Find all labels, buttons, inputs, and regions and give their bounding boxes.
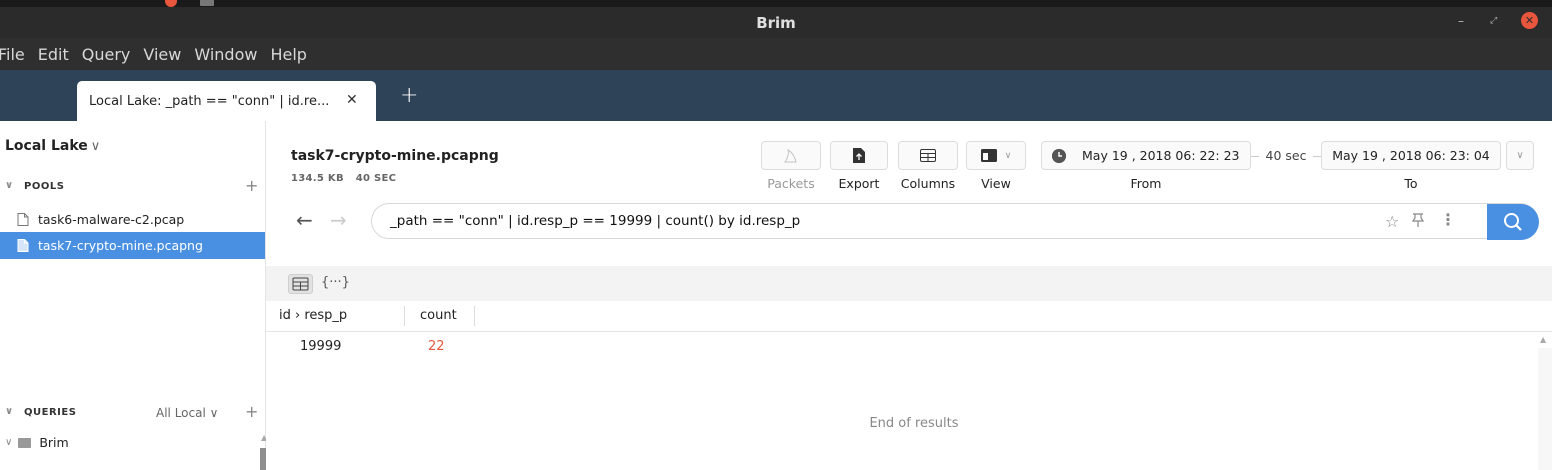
chevron-down-icon: ∨ — [1004, 150, 1012, 161]
scroll-up-arrow-icon[interactable]: ▲ — [1540, 335, 1546, 344]
results-view-toggle: {···} — [266, 266, 1552, 301]
folder-icon — [18, 437, 32, 448]
maximize-button[interactable]: ⤢ — [1490, 14, 1497, 28]
menu-bar: File Edit Query View Window Help — [0, 38, 1552, 70]
more-options-icon[interactable]: ⋮ — [1440, 210, 1456, 229]
menu-file[interactable]: File — [0, 45, 25, 64]
queries-header-label: QUERIES — [24, 407, 77, 418]
pool-duration: 40 SEC — [355, 173, 397, 184]
pools-section-header[interactable]: ∨ POOLS + — [0, 176, 266, 198]
duration-label: 40 sec — [1251, 148, 1321, 163]
time-from-value: May 19 , 2018 06: 22: 23 — [1082, 148, 1240, 163]
window-title: Brim — [756, 14, 796, 32]
export-file-icon — [853, 148, 865, 163]
title-bar: Brim – ⤢ ✕ — [0, 0, 1552, 38]
back-arrow-icon[interactable]: ← — [296, 208, 313, 232]
time-range-dropdown[interactable]: ∨ — [1506, 141, 1534, 170]
pool-meta: 134.5 KB 40 SEC — [291, 173, 404, 184]
pool-item-label: task7-crypto-mine.pcapng — [38, 238, 203, 253]
new-tab-button[interactable]: + — [400, 83, 418, 108]
search-button[interactable] — [1487, 204, 1539, 240]
results-table-header: id › resp_p count — [266, 301, 1552, 332]
panel-window-icon — [200, 0, 214, 6]
pool-title: task7-crypto-mine.pcapng — [291, 148, 499, 164]
tab-label: Local Lake: _path == "conn" | id.re... — [89, 93, 330, 109]
pool-item[interactable]: task6-malware-c2.pcap — [0, 206, 265, 233]
chevron-down-icon: ∨ — [90, 139, 101, 154]
file-icon — [17, 239, 29, 252]
columns-grid-icon — [920, 149, 936, 162]
view-button[interactable]: ∨ — [966, 141, 1026, 170]
pool-size: 134.5 KB — [291, 173, 344, 184]
to-label: To — [1404, 176, 1418, 191]
packets-label: Packets — [767, 176, 815, 191]
lake-selector[interactable]: Local Lake ∨ — [5, 138, 100, 154]
tab-bar: Local Lake: _path == "conn" | id.re... ✕… — [0, 70, 1552, 121]
sidebar: Local Lake ∨ ∨ POOLS + task6-malware-c2.p… — [0, 121, 272, 470]
caret-down-icon: ∨ — [5, 437, 13, 448]
chevron-down-icon: ∨ — [1516, 150, 1524, 161]
from-label: From — [1130, 176, 1162, 191]
file-icon — [17, 213, 29, 226]
packets-button[interactable] — [761, 141, 821, 170]
columns-button[interactable] — [898, 141, 958, 170]
lake-name: Local Lake — [5, 138, 88, 154]
shark-fin-icon — [784, 148, 797, 162]
star-icon[interactable]: ☆ — [1385, 212, 1399, 231]
pin-icon[interactable] — [1411, 211, 1425, 232]
search-icon — [1504, 213, 1522, 231]
query-folder-label: Brim — [39, 435, 69, 450]
tab-close-icon[interactable]: ✕ — [346, 92, 358, 108]
tab-local-lake-query[interactable]: Local Lake: _path == "conn" | id.re... ✕ — [77, 81, 376, 121]
time-to-value: May 19 , 2018 06: 23: 04 — [1332, 148, 1490, 163]
forward-arrow-icon[interactable]: → — [330, 208, 347, 232]
column-header-id-resp-p[interactable]: id › resp_p — [279, 308, 347, 323]
cell-resp-p[interactable]: 19999 — [300, 339, 341, 354]
add-pool-icon[interactable]: + — [245, 176, 259, 195]
search-bar[interactable]: _path == "conn" | id.resp_p == 19999 | c… — [371, 203, 1539, 240]
table-view-button[interactable] — [288, 274, 313, 294]
column-divider[interactable] — [474, 306, 475, 326]
panel-indicator-icon — [165, 0, 177, 7]
close-window-button[interactable]: ✕ — [1521, 12, 1538, 29]
json-view-button[interactable]: {···} — [321, 275, 350, 290]
caret-down-icon: ∨ — [5, 180, 14, 191]
view-label: View — [981, 176, 1011, 191]
pool-item-selected[interactable]: task7-crypto-mine.pcapng — [0, 232, 265, 259]
queries-scope-dropdown[interactable]: All Local ∨ — [156, 406, 218, 420]
table-row[interactable]: 19999 22 — [266, 333, 1536, 361]
column-divider[interactable] — [404, 306, 405, 326]
column-header-count[interactable]: count — [420, 308, 457, 323]
menu-query[interactable]: Query — [82, 45, 131, 64]
export-label: Export — [838, 176, 880, 191]
queries-scope-label: All Local — [156, 406, 206, 420]
query-folder-brim[interactable]: ∨ Brim — [5, 435, 69, 450]
time-from-button[interactable]: May 19 , 2018 06: 22: 23 — [1041, 141, 1251, 170]
pool-item-label: task6-malware-c2.pcap — [38, 212, 185, 227]
top-panel-strip — [0, 0, 1552, 7]
clock-icon — [1052, 148, 1066, 163]
menu-help[interactable]: Help — [270, 45, 306, 64]
minimize-button[interactable]: – — [1458, 14, 1464, 28]
main-panel: task7-crypto-mine.pcapng 134.5 KB 40 SEC… — [266, 121, 1552, 470]
menu-edit[interactable]: Edit — [38, 45, 69, 64]
columns-label: Columns — [900, 176, 956, 191]
cell-count[interactable]: 22 — [428, 339, 445, 354]
table-icon — [292, 277, 309, 291]
end-of-results-text: End of results — [869, 416, 959, 431]
queries-section-header[interactable]: ∨ QUERIES All Local ∨ + — [0, 402, 266, 424]
layout-icon — [980, 149, 997, 162]
menu-window[interactable]: Window — [194, 45, 257, 64]
add-query-icon[interactable]: + — [245, 402, 259, 421]
pools-header-label: POOLS — [24, 181, 65, 192]
export-button[interactable] — [830, 141, 888, 170]
time-to-button[interactable]: May 19 , 2018 06: 23: 04 — [1321, 141, 1501, 170]
results-scrollbar[interactable] — [1538, 348, 1552, 470]
caret-down-icon: ∨ — [5, 406, 14, 417]
menu-view[interactable]: View — [143, 45, 181, 64]
search-input[interactable]: _path == "conn" | id.resp_p == 19999 | c… — [390, 213, 800, 229]
